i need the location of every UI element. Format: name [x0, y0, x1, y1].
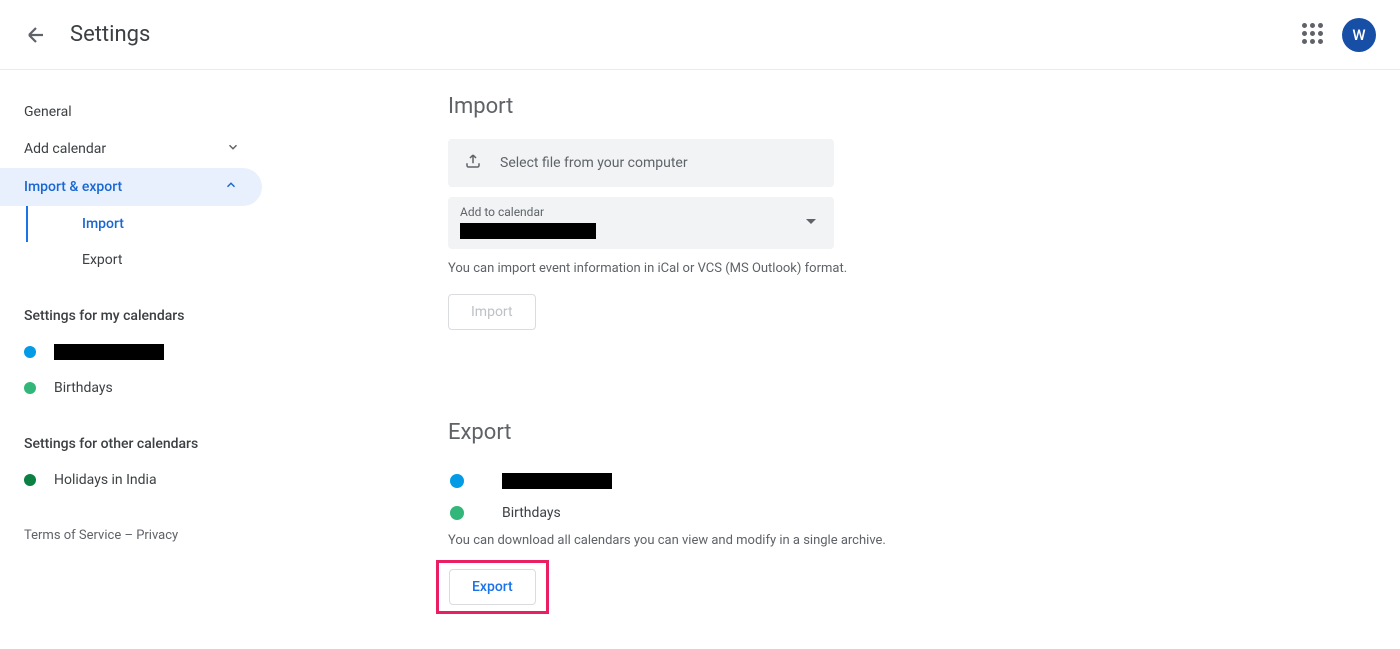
export-section-heading: Export: [448, 420, 1224, 445]
calendar-item-primary[interactable]: [0, 334, 264, 370]
redacted-dropdown-value: [460, 223, 596, 239]
footer-separator: –: [121, 528, 136, 543]
sidebar-subitem-import[interactable]: Import: [26, 206, 264, 242]
dropdown-arrow-icon: [806, 219, 816, 224]
upload-icon: [464, 152, 482, 174]
sidebar-section-other-calendars: Settings for other calendars: [0, 406, 264, 462]
select-file-label: Select file from your computer: [500, 155, 688, 171]
chevron-up-icon: [224, 178, 238, 196]
export-calendar-birthdays: Birthdays: [448, 497, 1224, 529]
header-left: Settings: [24, 22, 150, 47]
page-title: Settings: [70, 22, 150, 47]
annotation-highlight: Export: [436, 560, 549, 614]
sidebar: General Add calendar Import & export Imp…: [0, 70, 264, 638]
export-section: Export Birthdays You can download all ca…: [448, 420, 1224, 614]
export-calendar-label: Birthdays: [502, 505, 561, 521]
privacy-link[interactable]: Privacy: [136, 528, 178, 543]
import-section-heading: Import: [448, 94, 1224, 119]
sidebar-item-label: Add calendar: [24, 141, 106, 157]
calendar-item-label: Birthdays: [54, 380, 113, 396]
import-button[interactable]: Import: [448, 294, 536, 330]
calendar-item-label: Holidays in India: [54, 472, 157, 488]
export-button[interactable]: Export: [449, 569, 536, 605]
calendar-item-birthdays[interactable]: Birthdays: [0, 370, 264, 406]
header: Settings W: [0, 0, 1400, 70]
calendar-item-holidays[interactable]: Holidays in India: [0, 462, 264, 498]
calendar-color-dot: [24, 346, 36, 358]
sidebar-item-add-calendar[interactable]: Add calendar: [0, 130, 264, 168]
redacted-calendar-name: [54, 344, 164, 360]
redacted-calendar-name: [502, 473, 612, 489]
avatar[interactable]: W: [1342, 18, 1376, 52]
google-apps-icon[interactable]: [1302, 23, 1326, 47]
import-helper-text: You can import event information in iCal…: [448, 261, 1224, 276]
sidebar-subitem-export[interactable]: Export: [26, 242, 264, 278]
calendar-color-dot: [24, 474, 36, 486]
calendar-color-dot: [450, 506, 464, 520]
calendar-color-dot: [24, 382, 36, 394]
export-helper-text: You can download all calendars you can v…: [448, 533, 1224, 548]
terms-link[interactable]: Terms of Service: [24, 528, 121, 543]
footer-links: Terms of Service – Privacy: [0, 498, 264, 573]
content-container: General Add calendar Import & export Imp…: [0, 70, 1400, 638]
sidebar-section-my-calendars: Settings for my calendars: [0, 278, 264, 334]
sidebar-item-import-export[interactable]: Import & export: [0, 168, 262, 206]
chevron-down-icon: [226, 140, 240, 158]
select-file-button[interactable]: Select file from your computer: [448, 139, 834, 187]
sidebar-item-label: Import & export: [24, 179, 122, 195]
calendar-color-dot: [450, 474, 464, 488]
back-arrow-icon[interactable]: [24, 23, 48, 47]
header-right: W: [1302, 18, 1376, 52]
field-label: Add to calendar: [460, 205, 822, 219]
sidebar-item-label: General: [24, 104, 72, 120]
export-calendar-primary: [448, 465, 1224, 497]
main-content: Import Select file from your computer Ad…: [264, 70, 1224, 638]
sidebar-item-general[interactable]: General: [0, 94, 264, 130]
add-to-calendar-dropdown[interactable]: Add to calendar: [448, 197, 834, 249]
